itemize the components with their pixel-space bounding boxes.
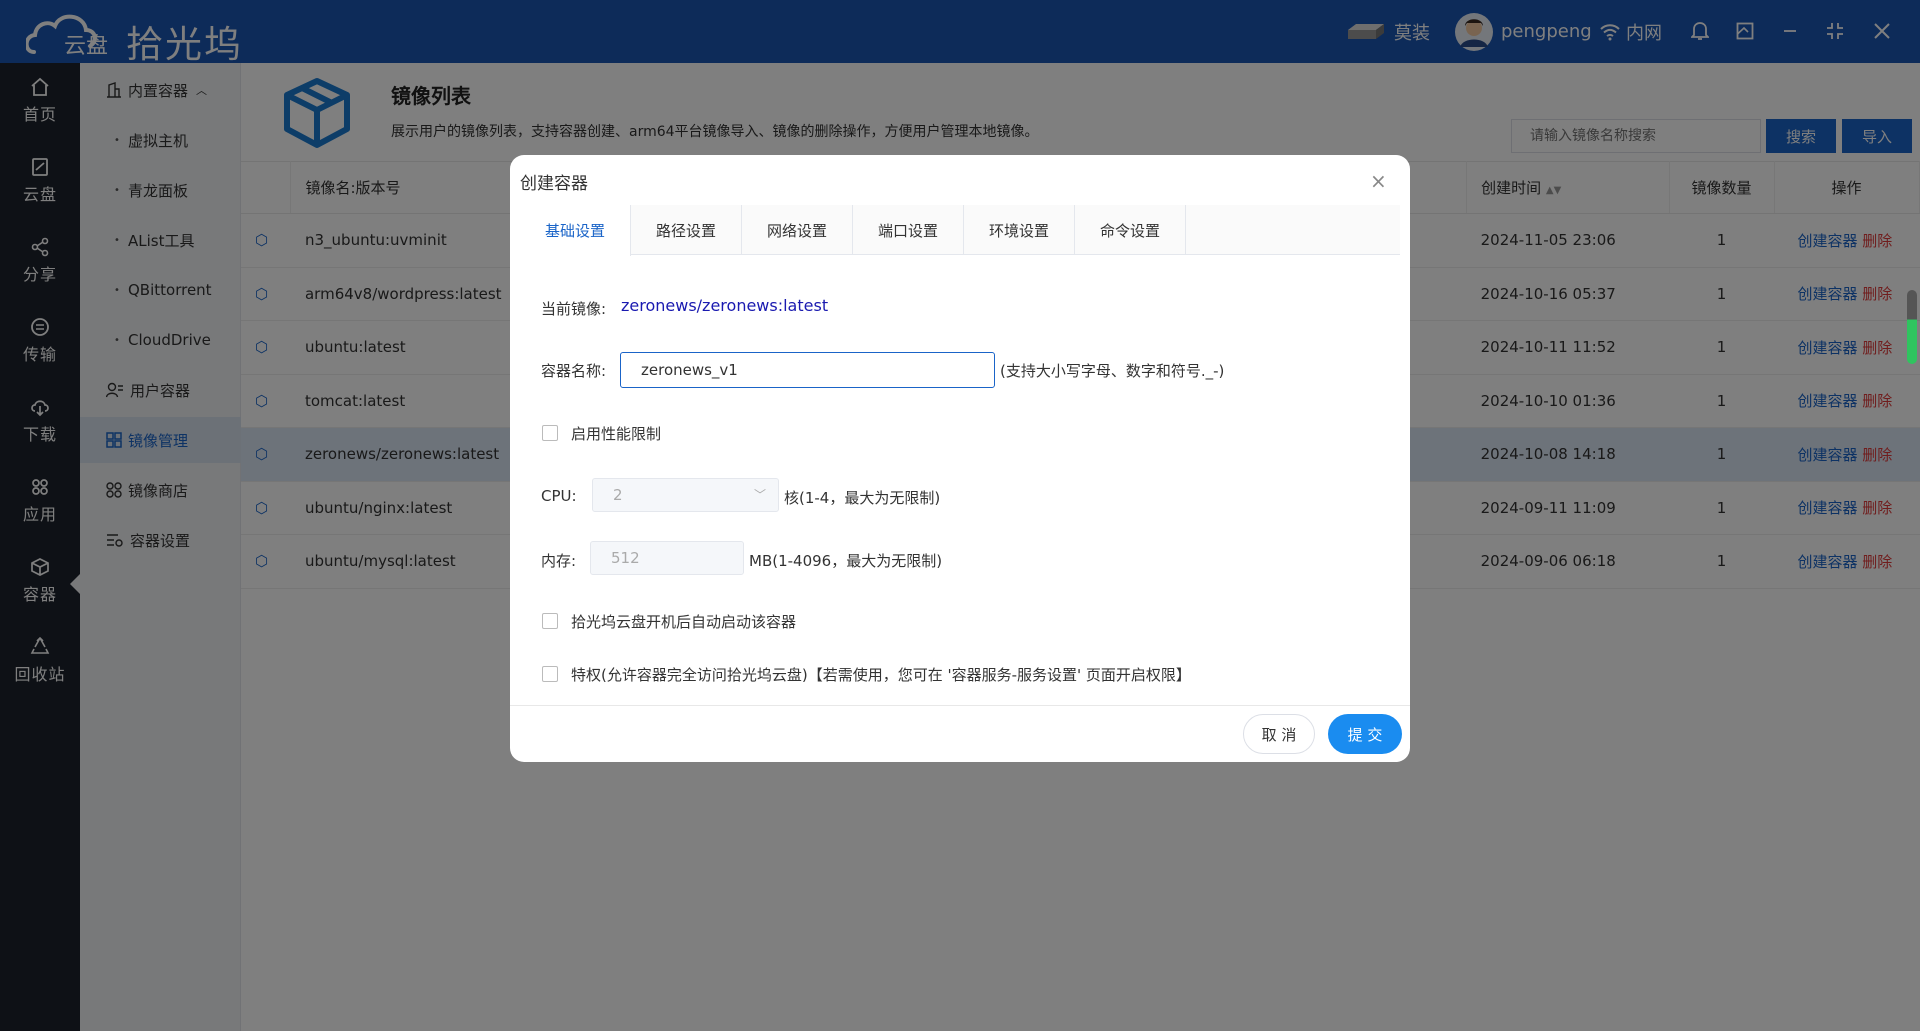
- autostart-label: 拾光坞云盘开机后自动启动该容器: [571, 613, 797, 631]
- privileged-checkbox[interactable]: [542, 666, 558, 682]
- cpu-select[interactable]: 2 ﹀: [592, 478, 779, 512]
- cpu-hint: 核(1-4，最大为无限制): [784, 489, 941, 507]
- cancel-button[interactable]: 取 消: [1243, 714, 1315, 754]
- perf-limit-checkbox[interactable]: [542, 425, 558, 441]
- container-name-label: 容器名称:: [541, 362, 607, 380]
- chevron-down-icon: ﹀: [753, 488, 766, 502]
- memory-label: 内存:: [541, 552, 577, 570]
- tab-network[interactable]: 网络设置: [742, 205, 853, 255]
- dialog-title: 创建容器: [520, 174, 588, 194]
- container-name-input[interactable]: zeronews_v1: [620, 352, 995, 388]
- privileged-label: 特权(允许容器完全访问拾光坞云盘)【若需使用，您可在 '容器服务-服务设置' 页…: [571, 666, 1191, 684]
- create-container-dialog: 创建容器 × 基础设置 路径设置 网络设置 端口设置 环境设置 命令设置 当前镜…: [510, 155, 1410, 762]
- cpu-label: CPU:: [541, 487, 577, 505]
- close-icon[interactable]: ×: [1370, 169, 1387, 193]
- autostart-checkbox[interactable]: [542, 613, 558, 629]
- tab-port[interactable]: 端口设置: [853, 205, 964, 255]
- container-name-hint: (支持大小写字母、数字和符号._-): [1000, 362, 1225, 380]
- scrollbar-thumb[interactable]: [1907, 290, 1917, 364]
- dialog-footer: 取 消 提 交: [510, 705, 1410, 762]
- tab-path[interactable]: 路径设置: [631, 205, 742, 255]
- memory-hint: MB(1-4096，最大为无限制): [749, 552, 943, 570]
- tab-command[interactable]: 命令设置: [1075, 205, 1186, 255]
- cpu-value: 2: [613, 486, 623, 504]
- perf-limit-label: 启用性能限制: [571, 425, 662, 443]
- tab-basic[interactable]: 基础设置: [520, 205, 631, 256]
- current-image-value: zeronews/zeronews:latest: [621, 296, 829, 315]
- submit-button[interactable]: 提 交: [1328, 714, 1402, 754]
- tab-env[interactable]: 环境设置: [964, 205, 1075, 255]
- current-image-label: 当前镜像:: [541, 300, 607, 318]
- memory-input[interactable]: 512: [590, 541, 744, 575]
- dialog-tabs: 基础设置 路径设置 网络设置 端口设置 环境设置 命令设置: [520, 205, 1400, 256]
